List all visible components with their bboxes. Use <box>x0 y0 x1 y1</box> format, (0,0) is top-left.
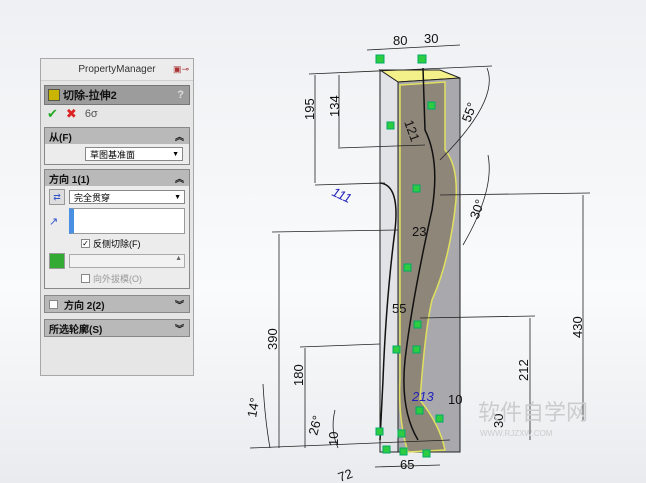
dim-111[interactable]: 111 <box>330 184 354 206</box>
dim-180[interactable]: 180 <box>291 364 306 386</box>
dim-80[interactable]: 80 <box>393 33 407 48</box>
dim-212[interactable]: 212 <box>516 359 531 381</box>
dim-23[interactable]: 23 <box>412 224 426 239</box>
dim-134[interactable]: 134 <box>327 95 342 117</box>
cad-viewport[interactable]: 80 30 195 134 121 55° 111 30° 23 430 55 … <box>0 0 646 483</box>
dim-65[interactable]: 65 <box>400 457 414 472</box>
dim-10-bottom[interactable]: 10 <box>326 432 341 446</box>
watermark-url: WWW.RJZXW.COM <box>480 429 553 438</box>
dim-14-deg[interactable]: 14° <box>244 397 262 419</box>
watermark: 软件自学网 WWW.RJZXW.COM <box>478 400 588 438</box>
dim-26-deg[interactable]: 26° <box>305 414 325 437</box>
dim-30-deg[interactable]: 30° <box>467 197 488 221</box>
dim-30[interactable]: 30 <box>424 31 438 46</box>
dim-195[interactable]: 195 <box>302 98 317 120</box>
watermark-text: 软件自学网 <box>478 400 588 425</box>
dim-10-top[interactable]: 10 <box>448 392 462 407</box>
dim-72[interactable]: 72 <box>336 466 355 483</box>
dim-213[interactable]: 213 <box>411 389 434 404</box>
dim-390[interactable]: 390 <box>265 328 280 350</box>
dim-55-deg[interactable]: 55° <box>459 100 480 124</box>
dim-55[interactable]: 55 <box>392 301 406 316</box>
dim-430[interactable]: 430 <box>570 316 585 338</box>
